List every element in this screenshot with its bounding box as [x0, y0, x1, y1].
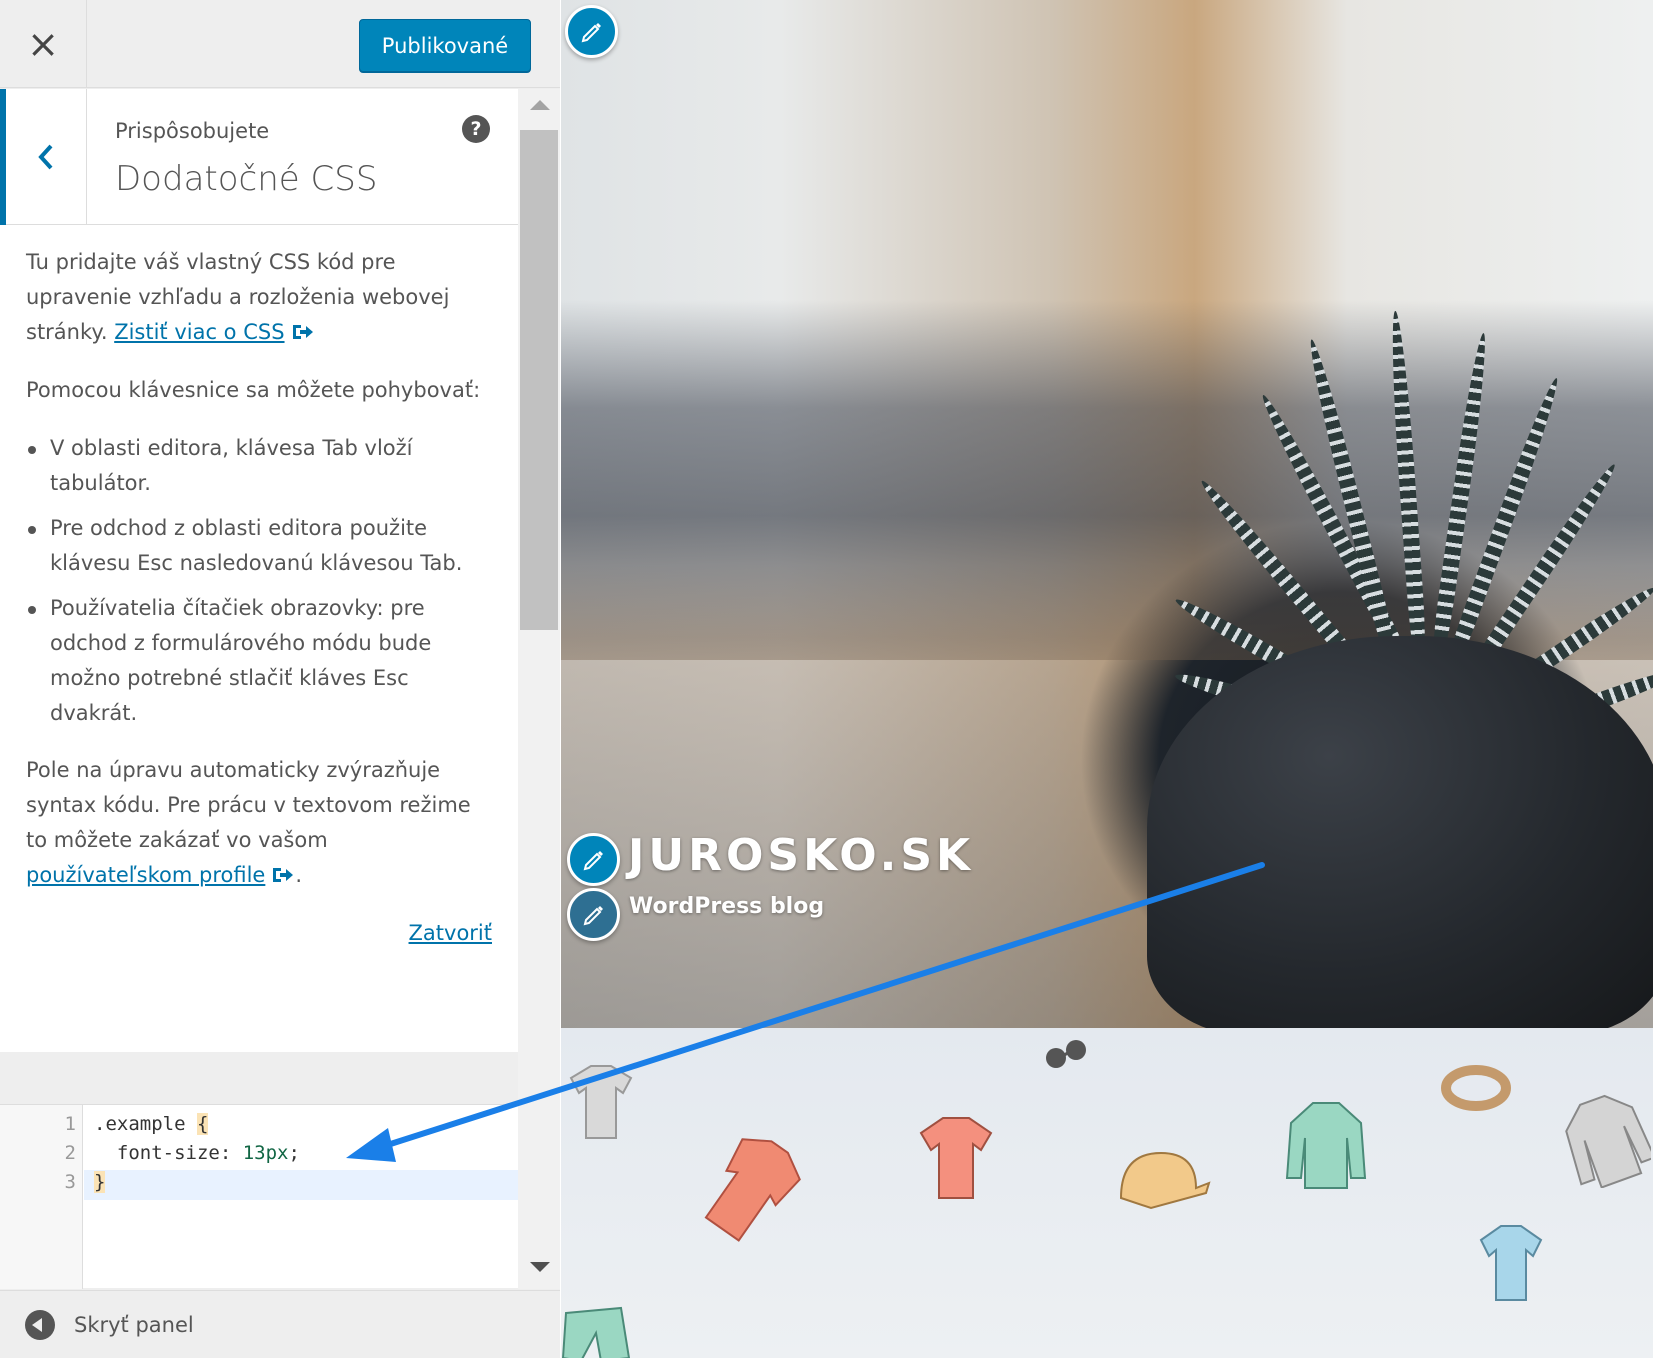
section-header: Prispôsobujete Dodatočné CSS ?: [0, 89, 518, 225]
keyboard-heading: Pomocou klávesnice sa môžete pohybovať:: [26, 378, 481, 402]
css-selector: .example: [94, 1113, 197, 1135]
jacket-illustration: [1565, 1094, 1651, 1188]
site-tagline[interactable]: WordPress blog: [629, 894, 824, 919]
content-background: [561, 1028, 1653, 1358]
sweater-illustration: [704, 1138, 801, 1242]
external-link-icon: [273, 868, 294, 882]
syntax-end: .: [295, 863, 303, 887]
keyboard-tips-list: V oblasti editora, klávesa Tab vloží tab…: [26, 431, 492, 731]
site-preview: JUROSKO.SK WordPress blog: [561, 0, 1653, 1358]
line-number: 1: [64, 1113, 76, 1135]
code-line-3[interactable]: }: [94, 1171, 106, 1193]
pencil-icon: [581, 22, 601, 42]
edit-site-title-shortcut[interactable]: [567, 833, 620, 886]
scrollbar-thumb[interactable]: [520, 130, 558, 630]
list-item: Pre odchod z oblasti editora použite klá…: [26, 511, 492, 581]
semicolon: ;: [288, 1142, 300, 1164]
collapse-label: Skryť panel: [74, 1312, 194, 1337]
plant-pot: [1147, 636, 1653, 1036]
line-number-gutter: 1 2 3: [0, 1105, 83, 1289]
longsleeve-illustration: [1285, 1102, 1367, 1189]
customizing-label: Prispôsobujete: [115, 119, 270, 143]
learn-css-link[interactable]: Zistiť viac o CSS: [114, 320, 284, 344]
section-description: Tu pridajte váš vlastný CSS kód pre upra…: [26, 245, 492, 951]
pencil-icon: [583, 850, 603, 870]
tshirt-illustration: [919, 1117, 993, 1199]
cap-illustration: [1119, 1151, 1211, 1210]
header-image-shade: [561, 300, 1653, 660]
edit-tagline-shortcut[interactable]: [567, 888, 620, 941]
syntax-text: Pole na úpravu automaticky zvýrazňuje sy…: [26, 758, 471, 852]
back-button[interactable]: [0, 89, 87, 225]
intro-paragraph: Tu pridajte váš vlastný CSS kód pre upra…: [26, 245, 492, 350]
list-item: Používatelia čítačiek obrazovky: pre odc…: [26, 591, 492, 731]
close-icon: ×: [27, 22, 59, 66]
close-customizer-button[interactable]: ×: [0, 0, 87, 88]
active-line-highlight: [84, 1170, 518, 1200]
scroll-up-arrow[interactable]: [530, 100, 550, 110]
publish-button[interactable]: Publikované: [359, 19, 531, 72]
help-icon[interactable]: ?: [462, 115, 490, 143]
close-brace: }: [94, 1171, 106, 1193]
pencil-icon: [583, 905, 603, 925]
open-brace: {: [196, 1113, 209, 1135]
polo-illustration: [1479, 1225, 1543, 1301]
user-profile-link[interactable]: používateľskom profile: [26, 863, 265, 887]
scroll-down-arrow[interactable]: [530, 1262, 550, 1272]
external-link-icon: [292, 325, 313, 339]
pants-illustration: [561, 1306, 631, 1358]
collapse-panel-button[interactable]: Skryť panel: [0, 1290, 560, 1358]
section-title: Dodatočné CSS: [115, 159, 378, 199]
sunglasses-illustration: [1046, 1040, 1086, 1068]
edit-header-shortcut[interactable]: [565, 5, 618, 58]
customizer-sidebar: × Publikované Prispôsobujete Dodatočné C…: [0, 0, 560, 1358]
list-item: V oblasti editora, klávesa Tab vloží tab…: [26, 431, 492, 501]
chevron-left-icon: [38, 144, 53, 170]
help-label: ?: [470, 118, 482, 140]
customizer-header: × Publikované: [0, 0, 560, 88]
syntax-paragraph: Pole na úpravu automaticky zvýrazňuje sy…: [26, 753, 492, 893]
section-panel: Prispôsobujete Dodatočné CSS ? Tu pridaj…: [0, 89, 518, 1052]
line-number: 2: [64, 1142, 76, 1164]
arrow-left-circle-icon: [25, 1309, 55, 1340]
code-line-1[interactable]: .example {: [94, 1113, 209, 1135]
belt-illustration: [1441, 1065, 1511, 1111]
css-code-editor[interactable]: 1 2 3 .example { font-size: 13px; }: [0, 1104, 518, 1289]
site-title[interactable]: JUROSKO.SK: [628, 830, 974, 881]
close-link-wrap: Zatvoriť: [26, 916, 492, 951]
css-value: 13px: [242, 1142, 289, 1164]
css-property: font-size:: [94, 1142, 243, 1164]
code-line-2[interactable]: font-size: 13px;: [94, 1142, 300, 1164]
close-description-link[interactable]: Zatvoriť: [409, 921, 492, 945]
line-number: 3: [64, 1171, 76, 1193]
shirt-illustration: [569, 1065, 633, 1139]
